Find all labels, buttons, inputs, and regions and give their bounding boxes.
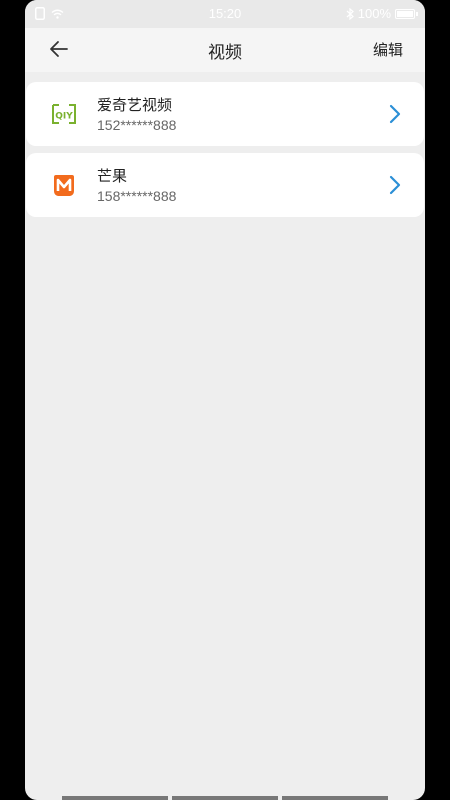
- nav-bar-segment[interactable]: [282, 796, 388, 800]
- navigation-bar: [25, 794, 425, 800]
- status-right-icons: 100%: [346, 6, 418, 21]
- edit-button[interactable]: 编辑: [373, 39, 403, 60]
- iqiyi-logo-icon: QIY: [52, 104, 76, 124]
- top-bar: 视频 编辑: [25, 28, 425, 72]
- page-title: 视频: [208, 43, 242, 63]
- nav-bar-segment[interactable]: [62, 796, 168, 800]
- account-number: 158******888: [97, 188, 177, 204]
- account-item-mango[interactable]: 芒果 158******888: [26, 153, 424, 217]
- account-number: 152******888: [97, 117, 177, 133]
- status-bar: 15:20 100%: [25, 0, 425, 28]
- mango-logo-icon: [54, 175, 74, 196]
- account-name: 芒果: [97, 167, 128, 185]
- chevron-right-icon: [389, 175, 401, 195]
- svg-text:QIY: QIY: [55, 112, 73, 122]
- account-item-iqiyi[interactable]: QIY 爱奇艺视频 152******888: [26, 82, 424, 146]
- battery-icon: [395, 8, 418, 19]
- bluetooth-icon: [346, 7, 354, 20]
- phone-screen: 15:20 100% 视频 编辑 QIY 爱奇艺视频 152******888 …: [25, 0, 425, 800]
- chevron-right-icon: [389, 104, 401, 124]
- account-name: 爱奇艺视频: [97, 96, 173, 114]
- nav-bar-segment[interactable]: [172, 796, 278, 800]
- battery-percent: 100%: [357, 6, 391, 21]
